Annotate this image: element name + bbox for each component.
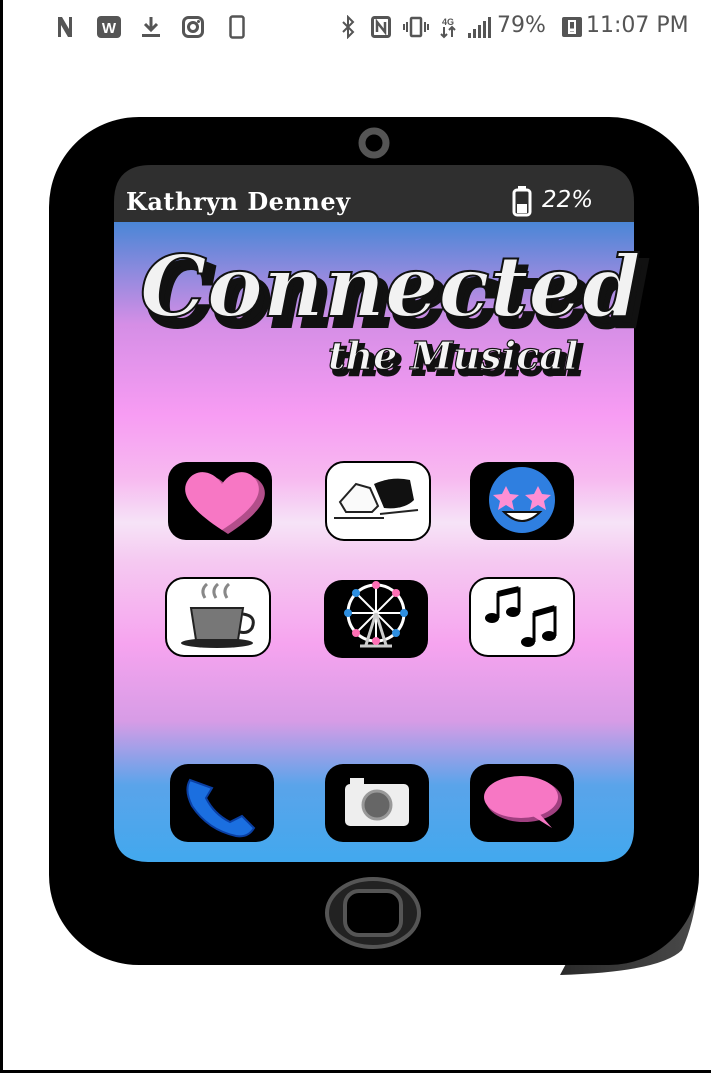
- dock-phone[interactable]: [170, 764, 274, 842]
- home-button[interactable]: [325, 877, 421, 949]
- phone-illustration: Connected Connected the Musical the Musi…: [49, 117, 699, 975]
- app-ferris-wheel[interactable]: [324, 580, 428, 658]
- title-main: Connected: [140, 237, 641, 336]
- phone-owner-name: Kathryn Denney: [126, 187, 351, 216]
- camera-icon: [345, 778, 409, 826]
- app-heart[interactable]: [168, 462, 272, 540]
- dock-camera[interactable]: [325, 764, 429, 842]
- phone-battery-text: 22%: [542, 187, 594, 213]
- app-music[interactable]: [469, 577, 575, 657]
- app-ice-skates[interactable]: [325, 461, 431, 541]
- dock-messages[interactable]: [470, 764, 574, 842]
- app-star-eyes[interactable]: [470, 462, 574, 540]
- app-coffee[interactable]: [165, 577, 271, 657]
- subtitle-main: the Musical: [328, 333, 578, 378]
- star-eyes-emoji-icon: [489, 467, 555, 533]
